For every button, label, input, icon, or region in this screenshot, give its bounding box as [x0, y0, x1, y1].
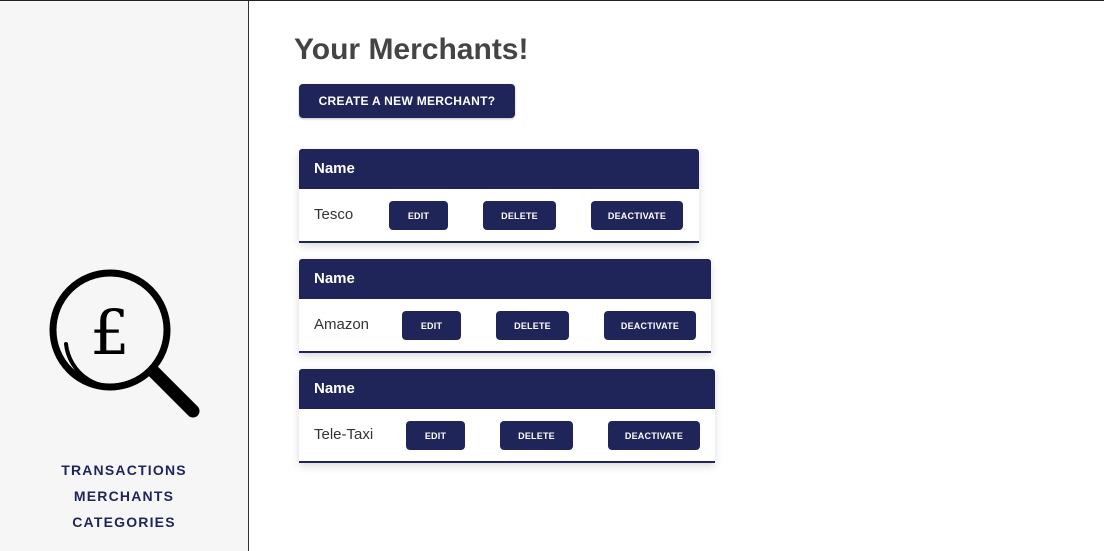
delete-button[interactable]: DELETE — [496, 311, 569, 340]
merchant-card: Name Tesco EDIT DELETE DEACTIVATE — [299, 149, 699, 243]
page-title: Your Merchants! — [294, 33, 529, 66]
merchant-row: Tele-Taxi EDIT DELETE DEACTIVATE — [299, 409, 715, 461]
deactivate-button[interactable]: DEACTIVATE — [608, 421, 700, 450]
merchant-name: Amazon — [314, 316, 370, 333]
nav-transactions-link[interactable]: TRANSACTIONS — [0, 457, 248, 483]
merchant-row: Amazon EDIT DELETE DEACTIVATE — [299, 299, 711, 351]
create-merchant-button[interactable]: CREATE A NEW MERCHANT? — [299, 84, 515, 118]
sidebar-nav: TRANSACTIONS MERCHANTS CATEGORIES — [0, 457, 248, 535]
edit-button[interactable]: EDIT — [389, 201, 448, 230]
merchant-card: Name Amazon EDIT DELETE DEACTIVATE — [299, 259, 711, 353]
nav-merchants-link[interactable]: MERCHANTS — [0, 483, 248, 509]
delete-button[interactable]: DELETE — [483, 201, 556, 230]
card-header: Name — [299, 369, 715, 409]
deactivate-button[interactable]: DEACTIVATE — [591, 201, 683, 230]
delete-button[interactable]: DELETE — [500, 421, 573, 450]
merchant-name: Tesco — [314, 206, 354, 223]
deactivate-button[interactable]: DEACTIVATE — [604, 311, 696, 340]
card-header: Name — [299, 259, 711, 299]
magnifier-pound-icon[interactable]: £ — [46, 266, 202, 422]
nav-categories-link[interactable]: CATEGORIES — [0, 509, 248, 535]
merchant-name: Tele-Taxi — [314, 426, 374, 443]
sidebar: £ TRANSACTIONS MERCHANTS CATEGORIES — [0, 1, 249, 551]
card-header: Name — [299, 149, 699, 189]
merchant-card: Name Tele-Taxi EDIT DELETE DEACTIVATE — [299, 369, 715, 463]
svg-text:£: £ — [90, 296, 129, 369]
edit-button[interactable]: EDIT — [406, 421, 465, 450]
main-content: Your Merchants! CREATE A NEW MERCHANT? N… — [249, 1, 1104, 551]
edit-button[interactable]: EDIT — [402, 311, 461, 340]
merchant-row: Tesco EDIT DELETE DEACTIVATE — [299, 189, 699, 241]
